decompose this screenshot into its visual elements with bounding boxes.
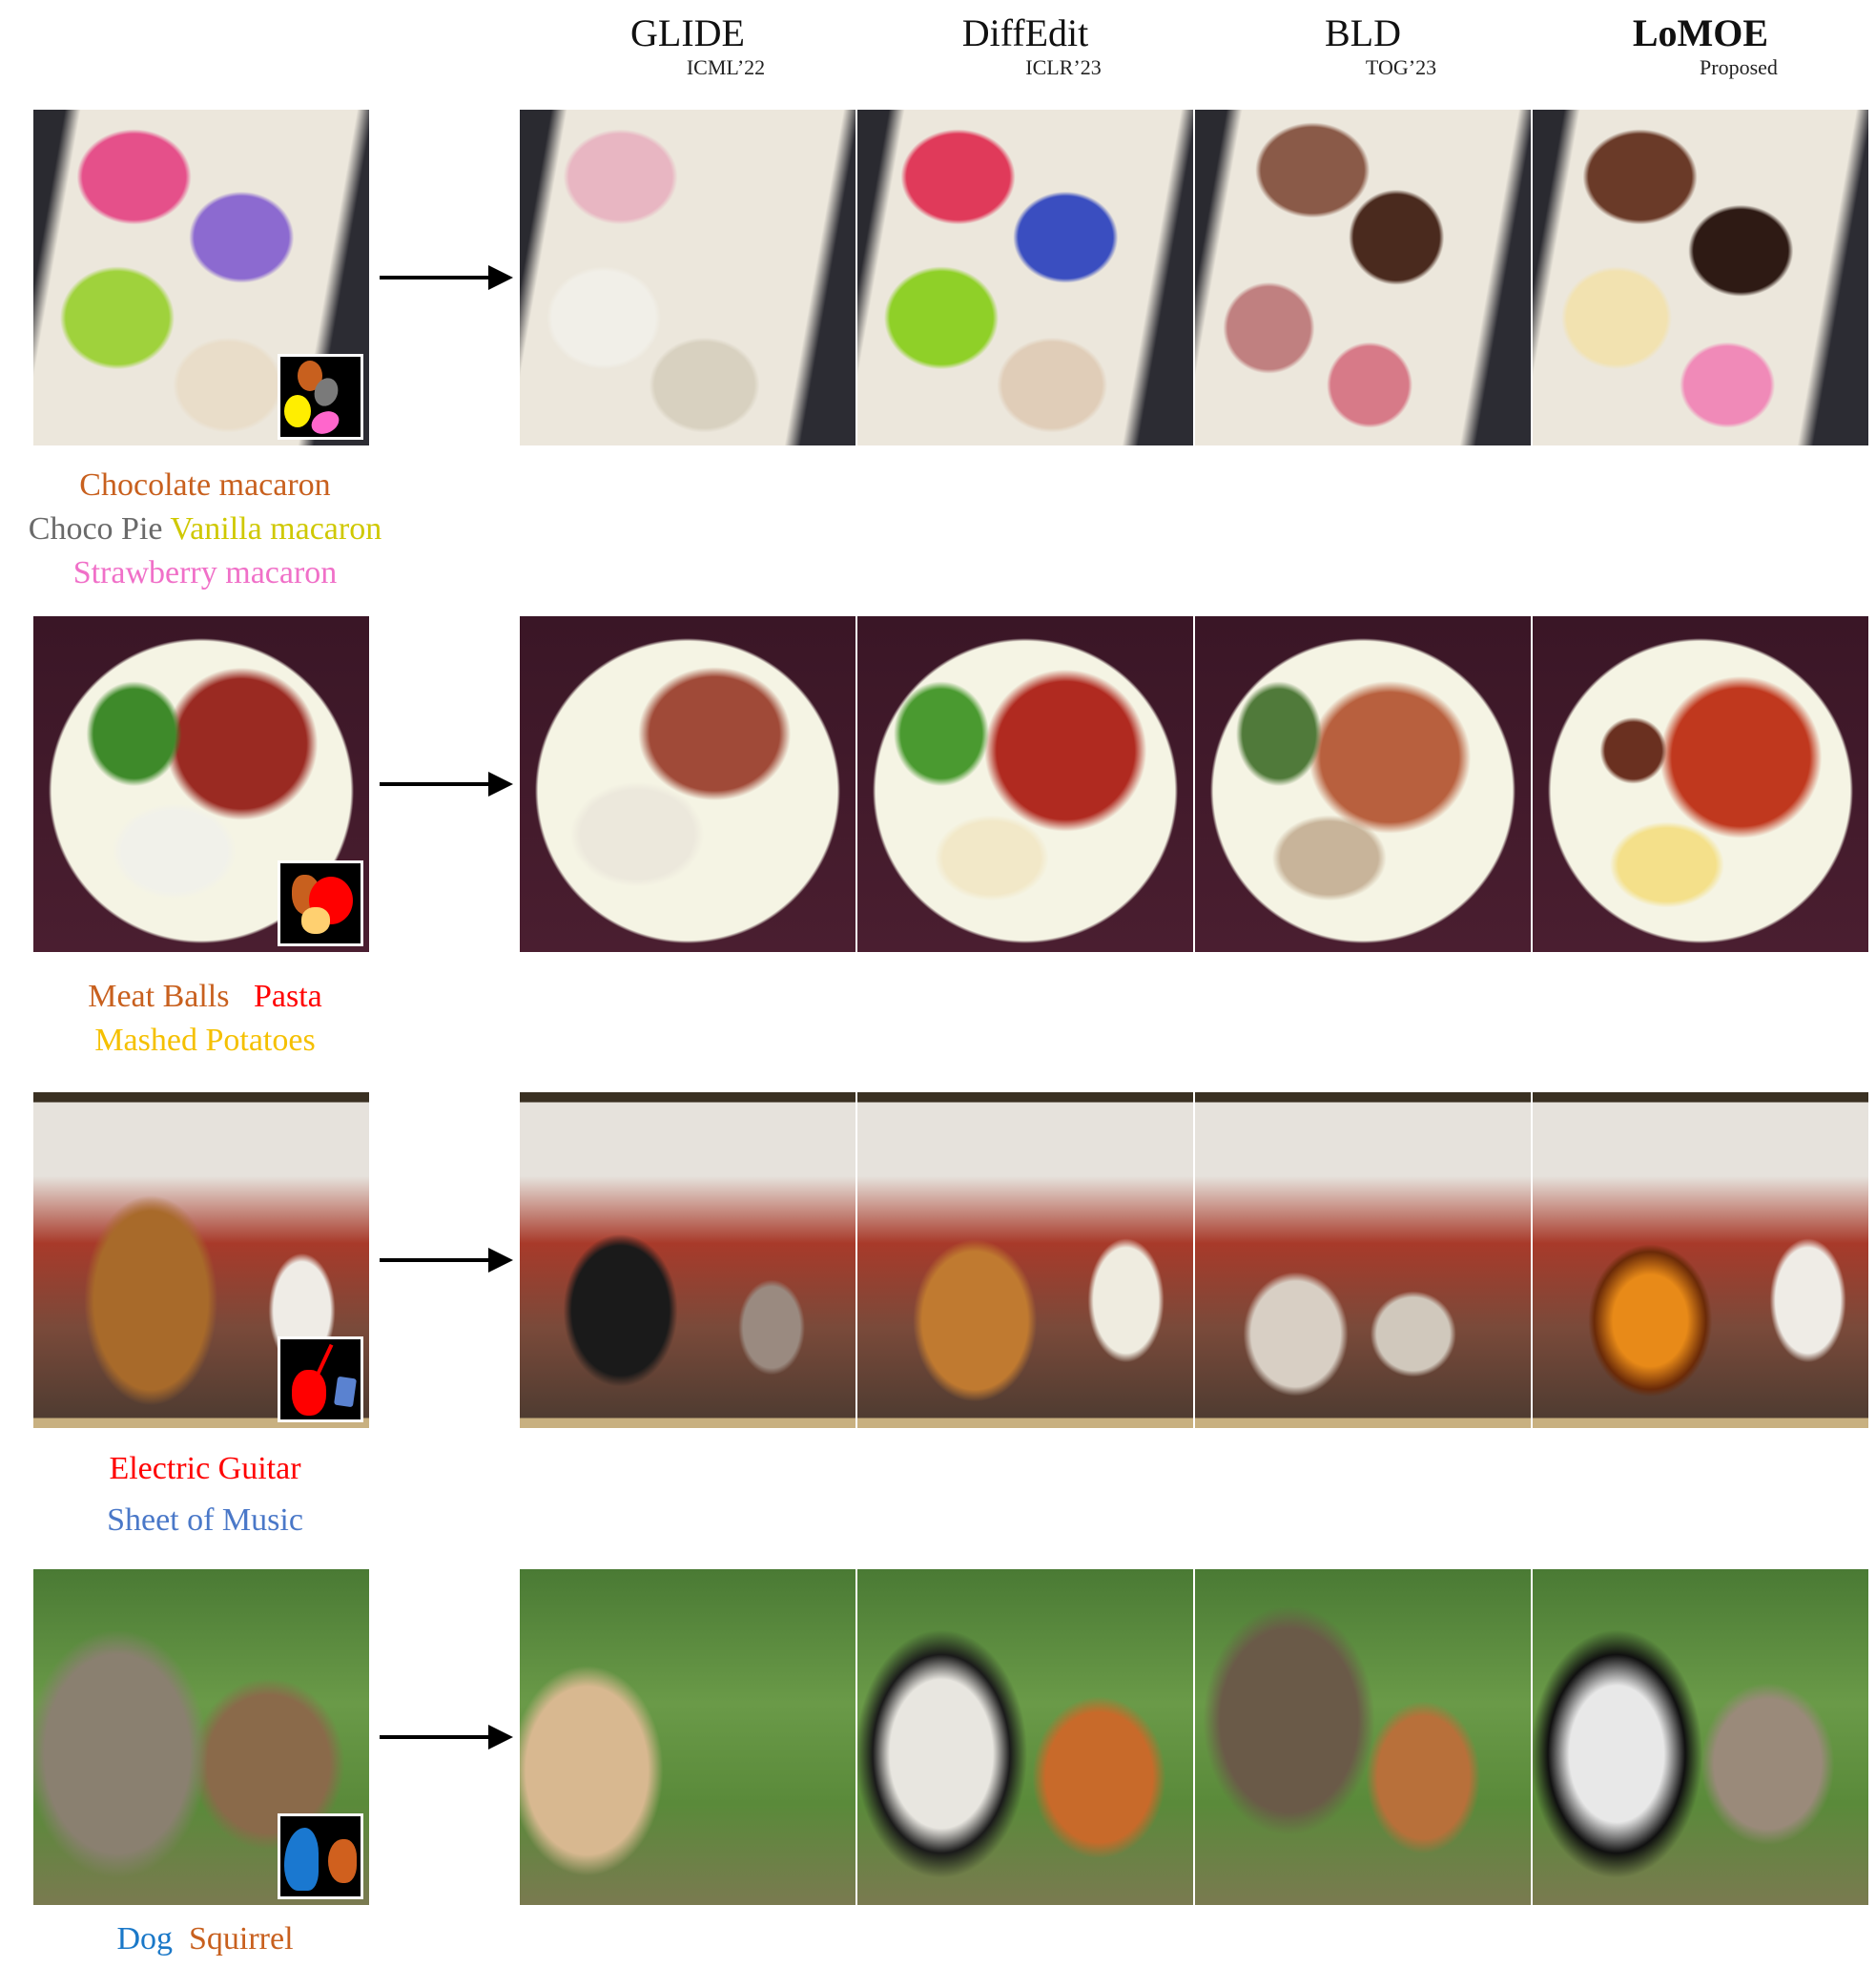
- label-line: Electric Guitar: [0, 1447, 410, 1491]
- method-venue: ICLR’23: [1025, 55, 1102, 79]
- result-bld: [1195, 616, 1531, 952]
- result-glide: [520, 616, 856, 952]
- label-choco-pie: Choco Pie: [28, 511, 171, 547]
- right-arrow-icon: [380, 770, 513, 798]
- label-line: Chocolate macaron: [0, 464, 410, 507]
- label-line: Sheet of Music: [0, 1499, 410, 1543]
- input-image-garden: [33, 1569, 369, 1905]
- label-line: Strawberry macaron: [0, 551, 410, 595]
- result-lomoe: [1533, 110, 1868, 445]
- label-sheet-of-music: Sheet of Music: [107, 1502, 303, 1538]
- mask-region-dog: [284, 1828, 319, 1891]
- input-image-bowl: [33, 616, 369, 952]
- label-mashed-potatoes: Mashed Potatoes: [94, 1023, 316, 1058]
- label-line: Mashed Potatoes: [0, 1019, 410, 1063]
- prompt-labels-macarons: Chocolate macaron Choco Pie Vanilla maca…: [0, 464, 410, 595]
- method-name: LoMOE: [1632, 11, 1769, 54]
- segmentation-mask-icon: [278, 354, 363, 440]
- mask-region-guitar-body: [292, 1370, 326, 1416]
- input-image-macarons: [33, 110, 369, 445]
- label-strawberry-macaron: Strawberry macaron: [72, 555, 338, 590]
- right-arrow-icon: [380, 1246, 513, 1274]
- header-bld: BLD TOG’23: [1195, 11, 1531, 80]
- result-strip: [520, 1092, 1876, 1428]
- result-diffedit: [857, 1569, 1193, 1905]
- header-diffedit: DiffEdit ICLR’23: [857, 11, 1193, 80]
- method-name: BLD: [1325, 11, 1401, 54]
- result-glide: [520, 1569, 856, 1905]
- result-diffedit: [857, 110, 1193, 445]
- result-glide: [520, 1092, 856, 1428]
- method-venue: TOG’23: [1365, 55, 1437, 79]
- segmentation-mask-icon: [278, 1336, 363, 1422]
- label-electric-guitar: Electric Guitar: [109, 1451, 301, 1486]
- right-arrow-icon: [380, 1723, 513, 1751]
- result-bld: [1195, 1569, 1531, 1905]
- label-meat-balls: Meat Balls: [88, 979, 254, 1014]
- label-line: Choco Pie Vanilla macaron: [0, 507, 410, 551]
- segmentation-mask-icon: [278, 1813, 363, 1899]
- method-name: GLIDE: [630, 11, 745, 54]
- segmentation-mask-icon: [278, 860, 363, 946]
- label-dog: Dog: [116, 1921, 189, 1957]
- input-image-music: [33, 1092, 369, 1428]
- mask-region-sheet-music: [334, 1376, 357, 1408]
- label-vanilla-macaron: Vanilla macaron: [170, 511, 382, 547]
- label-chocolate-macaron: Chocolate macaron: [79, 467, 331, 503]
- result-bld: [1195, 110, 1531, 445]
- header-lomoe: LoMOE Proposed: [1533, 11, 1868, 80]
- mask-region-squirrel: [328, 1839, 357, 1883]
- result-lomoe: [1533, 616, 1868, 952]
- mask-region-potatoes: [301, 907, 330, 934]
- method-venue: Proposed: [1700, 55, 1778, 79]
- method-name: DiffEdit: [961, 11, 1089, 54]
- result-glide: [520, 110, 856, 445]
- result-strip: [520, 616, 1876, 952]
- method-venue: ICML’22: [686, 55, 766, 79]
- label-pasta: Pasta: [253, 979, 322, 1014]
- prompt-labels-bowl: Meat Balls Pasta Mashed Potatoes: [0, 975, 410, 1063]
- result-diffedit: [857, 1092, 1193, 1428]
- label-squirrel: Squirrel: [189, 1921, 294, 1957]
- result-strip: [520, 110, 1876, 445]
- result-strip: [520, 1569, 1876, 1905]
- mask-region-strawberry: [307, 406, 343, 437]
- result-lomoe: [1533, 1092, 1868, 1428]
- header-glide: GLIDE ICML’22: [520, 11, 856, 80]
- prompt-labels-music: Electric Guitar Sheet of Music: [0, 1447, 410, 1543]
- mask-region-vanilla: [284, 395, 311, 427]
- prompt-labels-garden: Dog Squirrel: [0, 1917, 410, 1961]
- result-lomoe: [1533, 1569, 1868, 1905]
- label-line: Dog Squirrel: [0, 1917, 410, 1961]
- label-line: Meat Balls Pasta: [0, 975, 410, 1019]
- right-arrow-icon: [380, 263, 513, 292]
- result-diffedit: [857, 616, 1193, 952]
- result-bld: [1195, 1092, 1531, 1428]
